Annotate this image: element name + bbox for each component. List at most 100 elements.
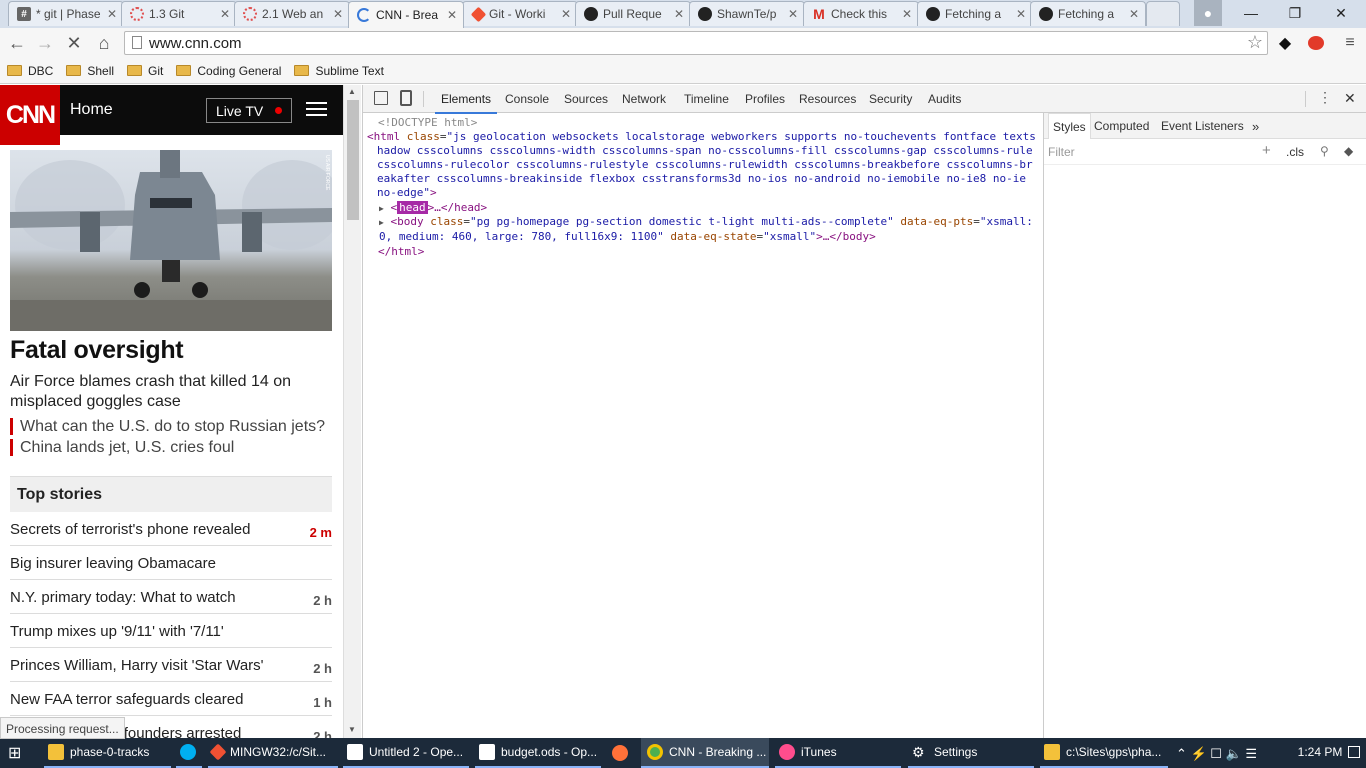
tab-security[interactable]: Security xyxy=(869,92,912,106)
story-row[interactable]: N.Y. primary today: What to watch 2 h xyxy=(10,580,332,614)
tab-resources[interactable]: Resources xyxy=(799,92,856,106)
device-mode-icon[interactable] xyxy=(400,90,412,106)
story-row[interactable]: Secrets of terrorist's phone revealed 2 m xyxy=(10,512,332,546)
close-icon[interactable]: ✕ xyxy=(331,7,345,21)
browser-tab[interactable]: M Check this ✕ xyxy=(803,1,919,26)
bookmark-folder[interactable]: Coding General xyxy=(176,64,281,78)
browser-tab[interactable]: Fetching a ✕ xyxy=(1030,1,1146,26)
doctype-node[interactable]: <!DOCTYPE html> xyxy=(378,116,477,130)
browser-tab[interactable]: Git - Worki ✕ xyxy=(462,1,578,26)
head-node[interactable]: ▶ < head >…</head> xyxy=(379,201,487,216)
tab-event-listeners[interactable]: Event Listeners xyxy=(1161,119,1244,133)
tab-elements[interactable]: Elements xyxy=(434,92,498,114)
new-tab-button[interactable] xyxy=(1146,1,1180,26)
stop-icon[interactable]: ✕ xyxy=(62,31,86,55)
minimize-icon[interactable]: — xyxy=(1228,0,1274,26)
taskbar-item[interactable] xyxy=(176,738,202,768)
taskbar-item[interactable]: budget.ods - Op... xyxy=(475,738,601,768)
taskbar-item[interactable]: phase-0-tracks xyxy=(44,738,171,768)
tab-timeline[interactable]: Timeline xyxy=(684,92,729,106)
scrollbar-thumb[interactable] xyxy=(347,100,359,220)
tab-profiles[interactable]: Profiles xyxy=(745,92,785,106)
tab-sources[interactable]: Sources xyxy=(564,92,608,106)
taskbar-item[interactable]: MINGW32:/c/Sit... xyxy=(208,738,338,768)
inspect-element-icon[interactable] xyxy=(374,91,388,105)
tab-styles[interactable]: Styles xyxy=(1048,113,1091,139)
close-devtools-icon[interactable]: ✕ xyxy=(1344,90,1356,107)
scroll-up-icon[interactable]: ▲ xyxy=(348,87,356,96)
cls-toggle[interactable]: .cls xyxy=(1286,145,1304,159)
close-icon[interactable]: ✕ xyxy=(672,7,686,21)
taskbar-item[interactable]: Untitled 2 - Ope... xyxy=(343,738,469,768)
address-bar[interactable]: www.cnn.com ☆ xyxy=(124,31,1268,55)
bookmark-folder[interactable]: Git xyxy=(127,64,163,78)
close-icon[interactable]: ✕ xyxy=(559,7,573,21)
taskbar-item[interactable] xyxy=(608,738,634,768)
html-node[interactable]: <html class="js geolocation websockets l… xyxy=(367,130,1039,200)
browser-tab[interactable]: Pull Reque ✕ xyxy=(575,1,691,26)
tab-network[interactable]: Network xyxy=(622,92,666,106)
close-icon[interactable]: ✕ xyxy=(105,7,119,21)
taskbar-item[interactable]: c:\Sites\gps\pha... xyxy=(1040,738,1168,768)
story-row[interactable]: Trump mixes up '9/11' with '7/11' xyxy=(10,614,332,648)
taskbar-item[interactable]: iTunes xyxy=(775,738,901,768)
browser-tab[interactable]: 2.1 Web an ✕ xyxy=(234,1,350,26)
hero-image[interactable]: US AIR FORCE xyxy=(10,150,342,331)
related-link[interactable]: What can the U.S. do to stop Russian jet… xyxy=(10,418,325,435)
browser-tab-active[interactable]: CNN - Brea ✕ xyxy=(348,1,464,28)
body-node[interactable]: ▶ <body class="pg pg-homepage pg-section… xyxy=(379,215,1039,244)
user-icon[interactable]: ● xyxy=(1194,0,1222,26)
story-row[interactable]: Princes William, Harry visit 'Star Wars'… xyxy=(10,648,332,682)
expand-triangle-icon[interactable]: ▶ xyxy=(379,218,384,227)
tab-computed[interactable]: Computed xyxy=(1094,119,1149,133)
restore-icon[interactable]: ❐ xyxy=(1272,0,1318,26)
cnn-logo[interactable]: CNN xyxy=(0,85,60,145)
browser-tab[interactable]: # * git | Phase ✕ xyxy=(8,1,124,26)
headline[interactable]: Fatal oversight xyxy=(10,336,184,365)
extension-icon[interactable]: ◆ xyxy=(1273,31,1297,55)
close-icon[interactable]: ✕ xyxy=(786,7,800,21)
back-icon[interactable]: ← xyxy=(5,31,29,55)
story-row[interactable]: Big insurer leaving Obamacare xyxy=(10,546,332,580)
tab-console[interactable]: Console xyxy=(505,92,549,106)
system-tray-icons[interactable]: ⌃ ⚡ ☐ 🔈 ☰ xyxy=(1176,746,1257,762)
close-icon[interactable]: ✕ xyxy=(1014,7,1028,21)
browser-tab[interactable]: Fetching a ✕ xyxy=(917,1,1033,26)
close-icon[interactable]: ✕ xyxy=(900,7,914,21)
html-close-tag[interactable]: </html> xyxy=(378,245,424,259)
subheadline[interactable]: Air Force blames crash that killed 14 on… xyxy=(10,372,330,412)
taskbar-item-active[interactable]: CNN - Breaking ... xyxy=(641,738,769,768)
close-icon[interactable]: ✕ xyxy=(1127,7,1141,21)
pin-icon[interactable]: ⚲ xyxy=(1320,144,1329,158)
bookmark-folder[interactable]: DBC xyxy=(7,64,53,78)
home-icon[interactable]: ⌂ xyxy=(92,31,116,55)
hamburger-menu-icon[interactable] xyxy=(306,102,327,117)
taskbar-item[interactable]: ⚙ Settings xyxy=(908,738,1034,768)
scroll-down-icon[interactable]: ▼ xyxy=(348,725,356,734)
styles-filter[interactable]: Filter + .cls ⚲ ◆ xyxy=(1044,139,1366,165)
browser-tab[interactable]: ShawnTe/p ✕ xyxy=(689,1,805,26)
tomato-extension-icon[interactable] xyxy=(1304,31,1328,55)
bookmark-folder[interactable]: Shell xyxy=(66,64,114,78)
clock[interactable]: 1:24 PM xyxy=(1290,745,1350,759)
close-icon[interactable]: ✕ xyxy=(445,8,459,22)
close-icon[interactable]: ✕ xyxy=(218,7,232,21)
star-icon[interactable]: ☆ xyxy=(1247,32,1263,53)
start-button[interactable]: ⊞ xyxy=(8,738,28,768)
notifications-icon[interactable] xyxy=(1348,746,1360,758)
add-rule-icon[interactable]: + xyxy=(1262,142,1271,159)
story-row[interactable]: New FAA terror safeguards cleared 1 h xyxy=(10,682,332,716)
tab-audits[interactable]: Audits xyxy=(928,92,961,106)
page-scrollbar[interactable]: ▲ ▼ xyxy=(343,85,361,738)
related-link[interactable]: China lands jet, U.S. cries foul xyxy=(10,439,234,456)
home-link[interactable]: Home xyxy=(70,101,113,119)
live-tv-button[interactable]: Live TV xyxy=(206,98,292,123)
close-window-icon[interactable]: ✕ xyxy=(1318,0,1364,26)
more-tabs-icon[interactable]: » xyxy=(1252,119,1259,134)
more-options-icon[interactable]: ⋮ xyxy=(1318,89,1332,106)
menu-icon[interactable]: ≡ xyxy=(1338,31,1362,55)
bookmark-folder[interactable]: Sublime Text xyxy=(294,64,384,78)
color-format-icon[interactable]: ◆ xyxy=(1344,144,1353,158)
forward-icon[interactable]: → xyxy=(33,31,57,55)
browser-tab[interactable]: 1.3 Git ✕ xyxy=(121,1,237,26)
